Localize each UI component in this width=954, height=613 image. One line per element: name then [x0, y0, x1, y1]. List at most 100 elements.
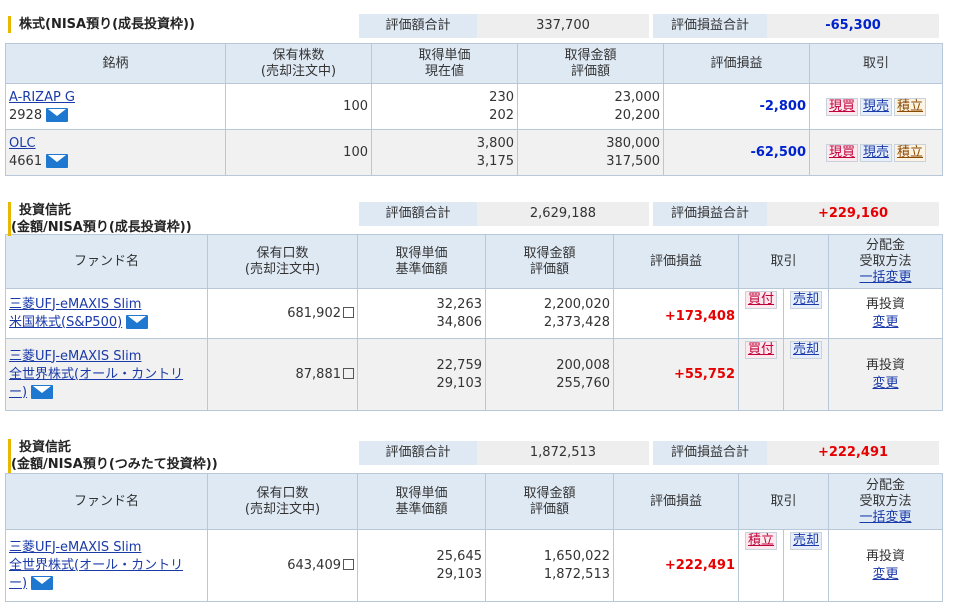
checkbox-square-icon: [343, 367, 354, 379]
buy-button[interactable]: 現買: [825, 143, 858, 162]
change-link[interactable]: 変更: [873, 567, 899, 582]
pl-total-label: 評価損益合計: [653, 441, 767, 465]
stock-section-title: 株式(NISA預り(成長投資枠)): [8, 16, 195, 33]
col-units: 保有口数 (売却注文中): [207, 234, 358, 289]
units-cell: 643,409: [207, 529, 358, 602]
mail-icon[interactable]: [31, 576, 54, 590]
units-cell: 87,881: [207, 338, 358, 411]
bulk-change-link[interactable]: 一括変更: [860, 270, 912, 285]
sell-button[interactable]: 売却: [790, 291, 823, 309]
pl-total-value: +229,160: [767, 202, 939, 226]
stock-section: 株式(NISA預り(成長投資枠)) 評価額合計 337,700 評価損益合計 -…: [5, 14, 943, 176]
stock-summary: 評価額合計 337,700 評価損益合計 -65,300: [359, 14, 939, 38]
mail-icon[interactable]: [31, 385, 54, 399]
buy-cell: 買付: [738, 288, 784, 339]
pl-total-value: -65,300: [767, 14, 939, 38]
fund-tsumitate-table: ファンド名 保有口数 (売却注文中) 取得単価 基準価額 取得金額 評価額 評価損益 …: [5, 473, 944, 602]
dividend-cell: 再投資 変更: [828, 529, 944, 602]
amount-cell: 23,000 20,200: [517, 83, 664, 130]
col-cost: 取得単価 基準価額: [357, 234, 486, 289]
fund-name-cell: 三菱UFJ-eMAXIS Slim 米国株式(S&P500): [5, 288, 208, 339]
stock-name-cell: OLC 4661: [5, 129, 226, 176]
col-amount: 取得金額 評価額: [485, 234, 614, 289]
col-pl: 評価損益: [613, 234, 739, 289]
table-row: A-RIZAP G 2928 100 230 202 23,000 20,200 -…: [5, 83, 943, 130]
fund-tsumitate-title: 投資信託 (金額/NISA預り(つみたて投資枠)): [8, 439, 218, 473]
stock-name-cell: A-RIZAP G 2928: [5, 83, 226, 130]
col-name: 銘柄: [5, 43, 226, 84]
sell-cell: 売却: [782, 338, 830, 411]
checkbox-square-icon: [343, 306, 354, 318]
fund-name-link[interactable]: 三菱UFJ-eMAXIS Slim 米国株式(S&P500): [9, 297, 141, 330]
col-pl: 評価損益: [613, 473, 739, 530]
buy-button[interactable]: 買付: [744, 341, 777, 359]
stock-name-link[interactable]: OLC: [9, 136, 36, 151]
change-link[interactable]: 変更: [873, 315, 899, 330]
col-amount: 取得金額 評価額: [517, 43, 664, 84]
fund-name-cell: 三菱UFJ-eMAXIS Slim 全世界株式(オール・カントリ ー): [5, 529, 208, 602]
eval-total-value: 2,629,188: [477, 202, 649, 226]
fund-tsumitate-summary: 評価額合計 1,872,513 評価損益合計 +222,491: [359, 441, 939, 465]
accumulate-button[interactable]: 積立: [744, 532, 777, 550]
mail-icon[interactable]: [46, 154, 69, 168]
pl-cell: +173,408: [613, 288, 739, 339]
accumulate-cell: 積立: [738, 529, 784, 602]
buy-button[interactable]: 買付: [744, 291, 777, 309]
sell-button[interactable]: 売却: [790, 341, 823, 359]
dividend-cell: 再投資 変更: [828, 288, 944, 339]
fund-growth-section: 投資信託 (金額/NISA預り(成長投資枠)) 評価額合計 2,629,188 評…: [5, 200, 944, 411]
amount-cell: 200,008 255,760: [485, 338, 614, 411]
stock-name-link[interactable]: A-RIZAP G: [9, 90, 75, 105]
table-row: 三菱UFJ-eMAXIS Slim 全世界株式(オール・カントリ ー) 87,881…: [5, 338, 944, 411]
col-trade: 取引: [737, 234, 830, 289]
change-link[interactable]: 変更: [873, 376, 899, 391]
fund-tsumitate-header: 投資信託 (金額/NISA預り(つみたて投資枠)) 評価額合計 1,872,513…: [5, 437, 942, 473]
col-dividend: 分配金 受取方法 一括変更: [828, 234, 944, 289]
pl-cell: -62,500: [663, 129, 810, 176]
col-cost: 取得単価 現在値: [371, 43, 518, 84]
stock-table: 銘柄 保有株数 (売却注文中) 取得単価 現在値 取得金額 評価額 評価損益 取引 A…: [5, 43, 943, 176]
eval-total-label: 評価額合計: [359, 202, 477, 226]
accumulate-button[interactable]: 積立: [894, 143, 927, 162]
trade-cell: 現買 現売 積立: [809, 129, 943, 176]
sell-cell: 売却: [782, 288, 830, 339]
eval-total-value: 337,700: [477, 14, 649, 38]
eval-total-value: 1,872,513: [477, 441, 649, 465]
eval-total-label: 評価額合計: [359, 14, 477, 38]
table-row: 三菱UFJ-eMAXIS Slim 米国株式(S&P500) 681,902 32…: [5, 288, 944, 339]
pl-total-value: +222,491: [767, 441, 939, 465]
units-cell: 681,902: [207, 288, 358, 339]
buy-cell: 買付: [738, 338, 784, 411]
cost-cell: 25,645 29,103: [357, 529, 486, 602]
col-trade: 取引: [737, 473, 830, 530]
bulk-change-link[interactable]: 一括変更: [860, 510, 912, 525]
sell-button[interactable]: 売却: [790, 532, 823, 550]
col-dividend: 分配金 受取方法 一括変更: [828, 473, 944, 530]
col-qty: 保有株数 (売却注文中): [225, 43, 372, 84]
cost-cell: 3,800 3,175: [371, 129, 518, 176]
fund-tsumitate-section: 投資信託 (金額/NISA預り(つみたて投資枠)) 評価額合計 1,872,513…: [5, 437, 944, 602]
checkbox-square-icon: [343, 558, 354, 570]
buy-button[interactable]: 現買: [825, 97, 858, 116]
col-fund-name: ファンド名: [5, 234, 208, 289]
col-pl: 評価損益: [663, 43, 810, 84]
cost-cell: 230 202: [371, 83, 518, 130]
fund-growth-summary: 評価額合計 2,629,188 評価損益合計 +229,160: [359, 202, 939, 226]
stock-section-header: 株式(NISA預り(成長投資枠)) 評価額合計 337,700 評価損益合計 -…: [5, 14, 942, 44]
table-row: 三菱UFJ-eMAXIS Slim 全世界株式(オール・カントリ ー) 643,40…: [5, 529, 944, 602]
trade-cell: 現買 現売 積立: [809, 83, 943, 130]
stock-code: 4661: [9, 153, 43, 169]
accumulate-button[interactable]: 積立: [894, 97, 927, 116]
fund-growth-title: 投資信託 (金額/NISA預り(成長投資枠)): [8, 202, 192, 236]
mail-icon[interactable]: [126, 315, 149, 329]
col-amount: 取得金額 評価額: [485, 473, 614, 530]
sell-button[interactable]: 現売: [859, 143, 892, 162]
pl-cell: -2,800: [663, 83, 810, 130]
sell-button[interactable]: 現売: [859, 97, 892, 116]
stock-table-header: 銘柄 保有株数 (売却注文中) 取得単価 現在値 取得金額 評価額 評価損益 取引: [5, 43, 943, 84]
fund-table-header: ファンド名 保有口数 (売却注文中) 取得単価 基準価額 取得金額 評価額 評価損益 …: [5, 473, 944, 530]
qty-cell: 100: [225, 83, 372, 130]
mail-icon[interactable]: [46, 108, 69, 122]
dividend-cell: 再投資 変更: [828, 338, 944, 411]
table-row: OLC 4661 100 3,800 3,175 380,000 317,500 -…: [5, 129, 943, 176]
